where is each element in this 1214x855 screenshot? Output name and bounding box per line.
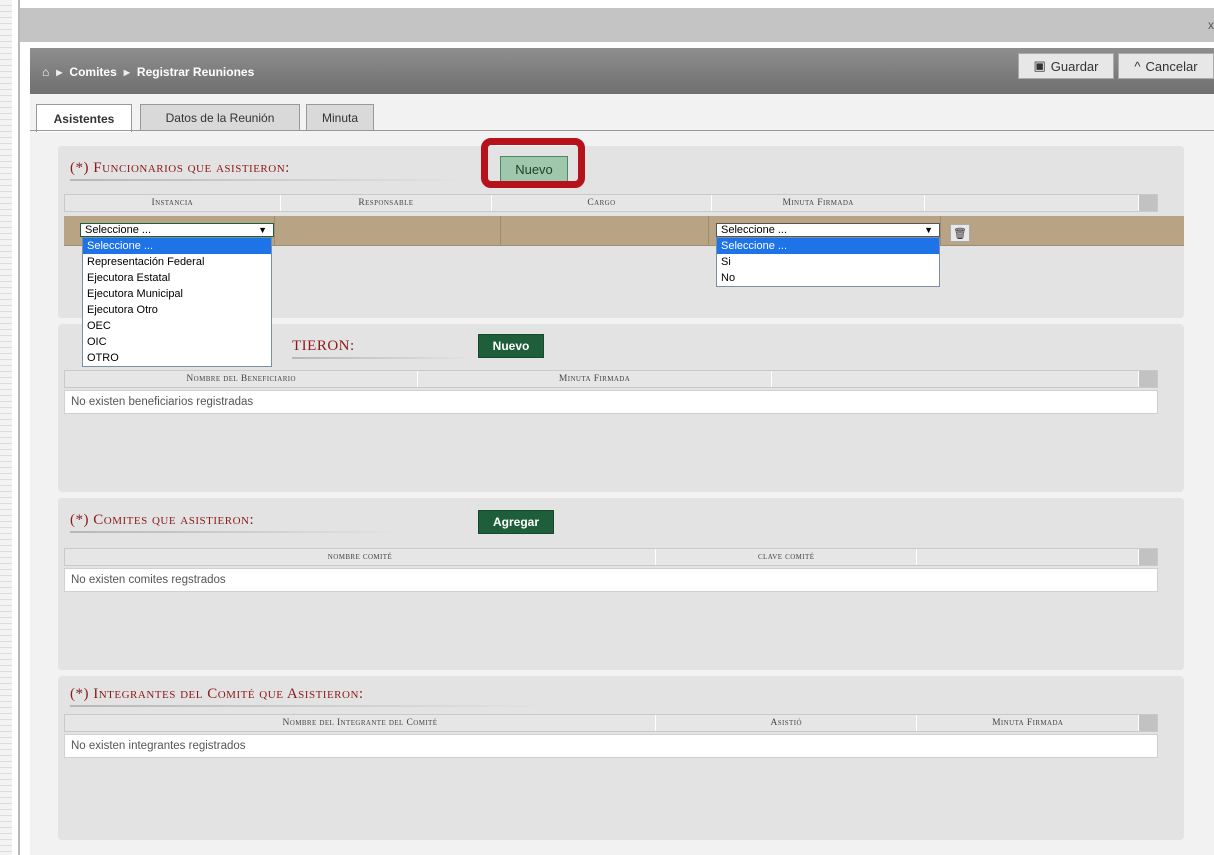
minuta-firmada-dropdown[interactable]: Seleccione ... Si No xyxy=(716,237,940,287)
dropdown-option[interactable]: Ejecutora Otro xyxy=(83,302,271,318)
dropdown-option[interactable]: OIC xyxy=(83,334,271,350)
cancel-button[interactable]: ^ Cancelar xyxy=(1118,53,1214,79)
column-header: Minuta Firmada xyxy=(712,195,926,211)
column-header: nombre comité xyxy=(65,549,656,565)
scrollbar-track[interactable] xyxy=(1139,195,1157,211)
chevron-right-icon: ▶ xyxy=(123,67,130,77)
dropdown-option[interactable]: Seleccione ... xyxy=(83,238,271,254)
window-topbar: x xyxy=(20,8,1214,42)
column-header: Cargo xyxy=(492,195,712,211)
tab-divider xyxy=(30,130,1214,131)
left-edge-strip xyxy=(0,0,12,855)
funcionarios-table-header: Instancia Responsable Cargo Minuta Firma… xyxy=(64,194,1158,212)
comites-empty-message: No existen comites regstrados xyxy=(64,568,1158,592)
dropdown-option[interactable]: OEC xyxy=(83,318,271,334)
beneficiarios-title: TIERON: xyxy=(292,338,472,361)
integrantes-empty-message: No existen integrantes registrados xyxy=(64,734,1158,758)
beneficiarios-table-header: Nombre del Beneficiario Minuta Firmada xyxy=(64,370,1158,388)
column-header: clave comité xyxy=(656,549,918,565)
home-icon[interactable]: ⌂ xyxy=(42,65,49,79)
trash-icon[interactable]: 🗑 xyxy=(950,224,970,242)
tab-datos-reunion[interactable]: Datos de la Reunión xyxy=(140,104,300,130)
save-label: Guardar xyxy=(1050,58,1099,74)
left-border xyxy=(18,0,20,855)
integrantes-title: (*) Integrantes del Comité que Asistiero… xyxy=(70,686,550,709)
nuevo-beneficiario-button[interactable]: Nuevo xyxy=(478,334,544,358)
column-header-actions xyxy=(772,371,1140,387)
breadcrumb-item-comites[interactable]: Comites xyxy=(69,65,116,79)
floppy-icon: ▣ xyxy=(1033,58,1046,73)
agregar-comite-button[interactable]: Agregar xyxy=(478,510,554,534)
dropdown-option[interactable]: OTRO xyxy=(83,350,271,366)
breadcrumb-item-current: Registrar Reuniones xyxy=(136,65,255,79)
column-header-actions xyxy=(917,549,1140,565)
dropdown-option[interactable]: Ejecutora Municipal xyxy=(83,286,271,302)
instancia-dropdown[interactable]: Seleccione ... Representación Federal Ej… xyxy=(82,237,272,367)
scrollbar-track[interactable] xyxy=(1139,549,1157,565)
cell-divider xyxy=(940,216,941,246)
column-header: Responsable xyxy=(281,195,493,211)
cell-divider xyxy=(708,216,709,246)
integrantes-table-header: Nombre del Integrante del Comité Asistió… xyxy=(64,714,1158,732)
caret-up-icon: ^ xyxy=(1134,58,1141,74)
highlight-box xyxy=(481,138,585,188)
app-container: ⌂ ▶ Comites ▶ Registrar Reuniones ▣ Guar… xyxy=(30,48,1214,855)
beneficiarios-empty-message: No existen beneficiarios registradas xyxy=(64,390,1158,414)
breadcrumb-bar: ⌂ ▶ Comites ▶ Registrar Reuniones ▣ Guar… xyxy=(30,48,1214,94)
dropdown-option[interactable]: Representación Federal xyxy=(83,254,271,270)
chevron-right-icon: ▶ xyxy=(56,67,63,77)
column-header: Asistió xyxy=(656,715,918,731)
instancia-select-value: Seleccione ... xyxy=(85,224,152,236)
dropdown-option[interactable]: Seleccione ... xyxy=(717,238,939,254)
minuta-select-value: Seleccione ... xyxy=(721,224,788,236)
comites-panel: (*) Comites que asistieron: Agregar nomb… xyxy=(58,498,1184,670)
column-header: Minuta Firmada xyxy=(917,715,1140,731)
dropdown-option[interactable]: Ejecutora Estatal xyxy=(83,270,271,286)
column-header: Nombre del Integrante del Comité xyxy=(65,715,656,731)
save-button[interactable]: ▣ Guardar xyxy=(1018,53,1114,79)
dropdown-option[interactable]: Si xyxy=(717,254,939,270)
instancia-select[interactable]: Seleccione ... ▼ xyxy=(80,223,274,237)
dropdown-arrow-icon: ▼ xyxy=(924,225,933,235)
comites-title: (*) Comites que asistieron: xyxy=(70,512,400,535)
column-header: Minuta Firmada xyxy=(418,371,772,387)
cell-divider xyxy=(500,216,501,246)
breadcrumb: ⌂ ▶ Comites ▶ Registrar Reuniones xyxy=(42,65,254,79)
funcionarios-title: (*) Funcionarios que asistieron: xyxy=(70,160,470,183)
tab-minuta[interactable]: Minuta xyxy=(306,104,374,130)
cancel-label: Cancelar xyxy=(1145,58,1198,74)
cell-divider xyxy=(274,216,275,246)
column-header: Nombre del Beneficiario xyxy=(65,371,419,387)
integrantes-panel: (*) Integrantes del Comité que Asistiero… xyxy=(58,676,1184,840)
scrollbar-track[interactable] xyxy=(1139,371,1158,387)
minuta-firmada-select[interactable]: Seleccione ... ▼ xyxy=(716,223,940,237)
column-header: Instancia xyxy=(65,195,281,211)
tab-asistentes[interactable]: Asistentes xyxy=(36,104,132,132)
dropdown-arrow-icon: ▼ xyxy=(258,225,267,235)
column-header-actions xyxy=(925,195,1140,211)
close-fragment[interactable]: x xyxy=(1208,18,1214,32)
comites-table-header: nombre comité clave comité xyxy=(64,548,1158,566)
scrollbar-track[interactable] xyxy=(1139,715,1157,731)
dropdown-option[interactable]: No xyxy=(717,270,939,286)
